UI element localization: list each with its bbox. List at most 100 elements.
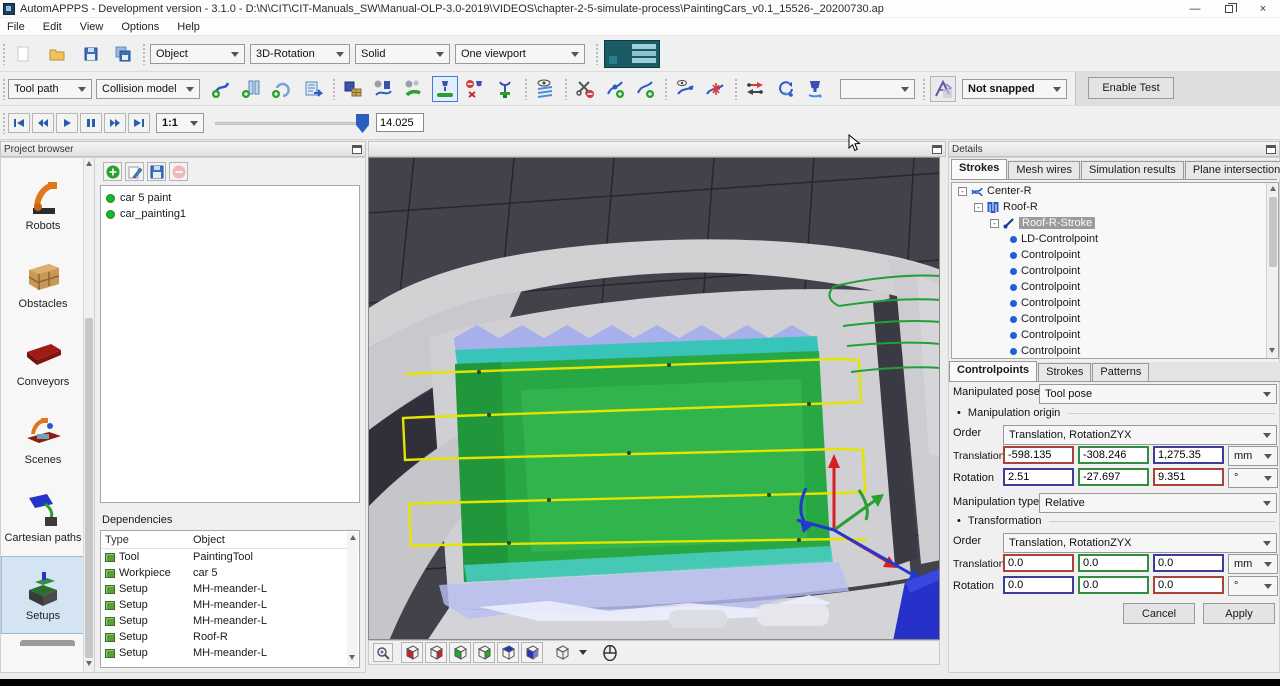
subtab-patterns[interactable]: Patterns bbox=[1092, 363, 1149, 381]
sidebar-item-robots[interactable]: Robots bbox=[1, 166, 85, 244]
new-file-button[interactable] bbox=[10, 41, 36, 67]
table-row[interactable]: ToolPaintingTool bbox=[101, 549, 359, 565]
render-mode-dropdown[interactable]: Solid bbox=[355, 44, 450, 64]
menu-edit[interactable]: Edit bbox=[43, 21, 62, 33]
workpiece-collision-button[interactable] bbox=[340, 76, 366, 102]
tree-item-controlpoint[interactable]: Controlpoint bbox=[952, 343, 1278, 359]
tab-plane-intersection[interactable]: Plane intersection bbox=[1185, 161, 1280, 179]
time-slider-track[interactable] bbox=[215, 122, 367, 125]
list-item-car5paint[interactable]: car 5 paint bbox=[101, 190, 359, 206]
scrollbar-thumb[interactable] bbox=[85, 318, 93, 658]
open-file-button[interactable] bbox=[44, 41, 70, 67]
table-row[interactable]: SetupMH-meander-L bbox=[101, 645, 359, 661]
remove-project-button[interactable] bbox=[169, 162, 188, 181]
sidebar-item-scenes[interactable]: Scenes bbox=[1, 400, 85, 478]
stroke-select-dropdown[interactable] bbox=[840, 79, 915, 99]
toolbar-grip[interactable] bbox=[2, 43, 6, 65]
float-panel-icon[interactable] bbox=[932, 145, 942, 154]
transform-rotation-z-field[interactable] bbox=[1003, 576, 1074, 594]
sidebar-scrollbar[interactable] bbox=[83, 158, 94, 672]
scrollbar-thumb[interactable] bbox=[1269, 197, 1277, 267]
show-strokes-button[interactable] bbox=[532, 76, 558, 102]
time-slider-handle[interactable] bbox=[356, 114, 369, 133]
table-row[interactable]: SetupMH-meander-L bbox=[101, 581, 359, 597]
snap-mode-button[interactable] bbox=[930, 76, 956, 102]
tree-item-ld-controlpoint[interactable]: LD-Controlpoint bbox=[952, 231, 1278, 247]
scene-preview-button[interactable] bbox=[604, 40, 660, 68]
skip-end-button[interactable] bbox=[128, 113, 150, 133]
collapse-icon[interactable]: - bbox=[990, 219, 999, 228]
toolbar-grip[interactable] bbox=[922, 78, 926, 100]
view-bottom-button[interactable] bbox=[521, 642, 543, 663]
view-left-button[interactable] bbox=[449, 642, 471, 663]
toolbar-grip[interactable] bbox=[664, 78, 668, 100]
speed-ratio-dropdown[interactable]: 1:1 bbox=[156, 113, 204, 133]
table-row[interactable]: SetupRoof-R bbox=[101, 629, 359, 645]
preview-strokes-button[interactable] bbox=[672, 76, 698, 102]
tree-item-controlpoint[interactable]: Controlpoint bbox=[952, 247, 1278, 263]
subtab-controlpoints[interactable]: Controlpoints bbox=[949, 361, 1037, 381]
zoom-select-button[interactable] bbox=[373, 643, 393, 662]
tab-strokes[interactable]: Strokes bbox=[951, 159, 1007, 179]
dependencies-scrollbar[interactable] bbox=[347, 532, 358, 666]
transform-translation-y-field[interactable] bbox=[1078, 554, 1149, 572]
sidebar-item-cartesian-paths[interactable]: Cartesian paths bbox=[1, 478, 85, 556]
view-top-button[interactable] bbox=[497, 642, 519, 663]
cancel-button[interactable]: Cancel bbox=[1123, 603, 1195, 624]
viewport-3d[interactable] bbox=[368, 157, 940, 640]
transform-translation-z-field[interactable] bbox=[1153, 554, 1224, 572]
origin-translation-z-field[interactable] bbox=[1153, 446, 1224, 464]
tree-item-roof-r-stroke[interactable]: - Roof-R-Stroke bbox=[952, 215, 1278, 231]
collapse-icon[interactable]: - bbox=[958, 187, 967, 196]
apply-button[interactable]: Apply bbox=[1203, 603, 1275, 624]
toolbar-grip[interactable] bbox=[595, 43, 599, 65]
tree-item-controlpoint[interactable]: Controlpoint bbox=[952, 311, 1278, 327]
view-back-button[interactable] bbox=[425, 642, 447, 663]
menu-help[interactable]: Help bbox=[177, 21, 200, 33]
snap-dropdown[interactable]: Not snapped bbox=[962, 79, 1067, 99]
pause-button[interactable] bbox=[80, 113, 102, 133]
toolbar-grip[interactable] bbox=[564, 78, 568, 100]
disable-paint-button[interactable] bbox=[462, 76, 488, 102]
process-arc-button[interactable] bbox=[400, 76, 426, 102]
rotation-unit-dropdown[interactable]: ° bbox=[1228, 576, 1278, 596]
view-front-button[interactable] bbox=[401, 642, 423, 663]
manipulation-type-dropdown[interactable]: Relative bbox=[1039, 493, 1277, 513]
skip-start-button[interactable] bbox=[8, 113, 30, 133]
sidebar-item-conveyors[interactable]: Conveyors bbox=[1, 322, 85, 400]
list-item-carpainting1[interactable]: car_painting1 bbox=[101, 206, 359, 222]
transform-rotation-y-field[interactable] bbox=[1078, 576, 1149, 594]
mode-dropdown[interactable]: Object bbox=[150, 44, 245, 64]
toolbar-grip[interactable] bbox=[142, 43, 146, 65]
rewind-button[interactable] bbox=[32, 113, 54, 133]
add-path-node-button[interactable] bbox=[208, 76, 234, 102]
split-stroke-button[interactable] bbox=[702, 76, 728, 102]
enable-test-button[interactable]: Enable Test bbox=[1088, 77, 1174, 99]
origin-rotation-x-field[interactable] bbox=[1153, 468, 1224, 486]
tree-item-center-r[interactable]: - Center-R bbox=[952, 183, 1278, 199]
sidebar-item-partial[interactable] bbox=[20, 640, 76, 646]
save-button[interactable] bbox=[78, 41, 104, 67]
toolbar-grip[interactable] bbox=[734, 78, 738, 100]
fast-forward-button[interactable] bbox=[104, 113, 126, 133]
reverse-direction-button[interactable] bbox=[742, 76, 768, 102]
tab-simulation-results[interactable]: Simulation results bbox=[1081, 161, 1184, 179]
transform-order-dropdown[interactable]: Translation, RotationZYX bbox=[1003, 533, 1277, 553]
manipulated-pose-dropdown[interactable]: Tool pose bbox=[1039, 384, 1277, 404]
rotation-unit-dropdown[interactable]: ° bbox=[1228, 468, 1278, 488]
view-more-dropdown[interactable] bbox=[579, 650, 587, 655]
cut-stroke-button[interactable] bbox=[572, 76, 598, 102]
origin-rotation-y-field[interactable] bbox=[1078, 468, 1149, 486]
export-path-button[interactable] bbox=[300, 76, 326, 102]
rotation-mode-dropdown[interactable]: 3D-Rotation bbox=[250, 44, 350, 64]
add-project-button[interactable] bbox=[103, 162, 122, 181]
tree-item-controlpoint[interactable]: Controlpoint bbox=[952, 279, 1278, 295]
tree-item-controlpoint[interactable]: Controlpoint bbox=[952, 327, 1278, 343]
toolbar-grip[interactable] bbox=[332, 78, 336, 100]
tree-item-controlpoint[interactable]: Controlpoint bbox=[952, 263, 1278, 279]
view-iso-button[interactable] bbox=[551, 642, 573, 663]
table-row[interactable]: SetupMH-meander-L bbox=[101, 613, 359, 629]
sidebar-item-obstacles[interactable]: Obstacles bbox=[1, 244, 85, 322]
rotate-stroke-button[interactable] bbox=[772, 76, 798, 102]
paint-surface-button[interactable] bbox=[432, 76, 458, 102]
